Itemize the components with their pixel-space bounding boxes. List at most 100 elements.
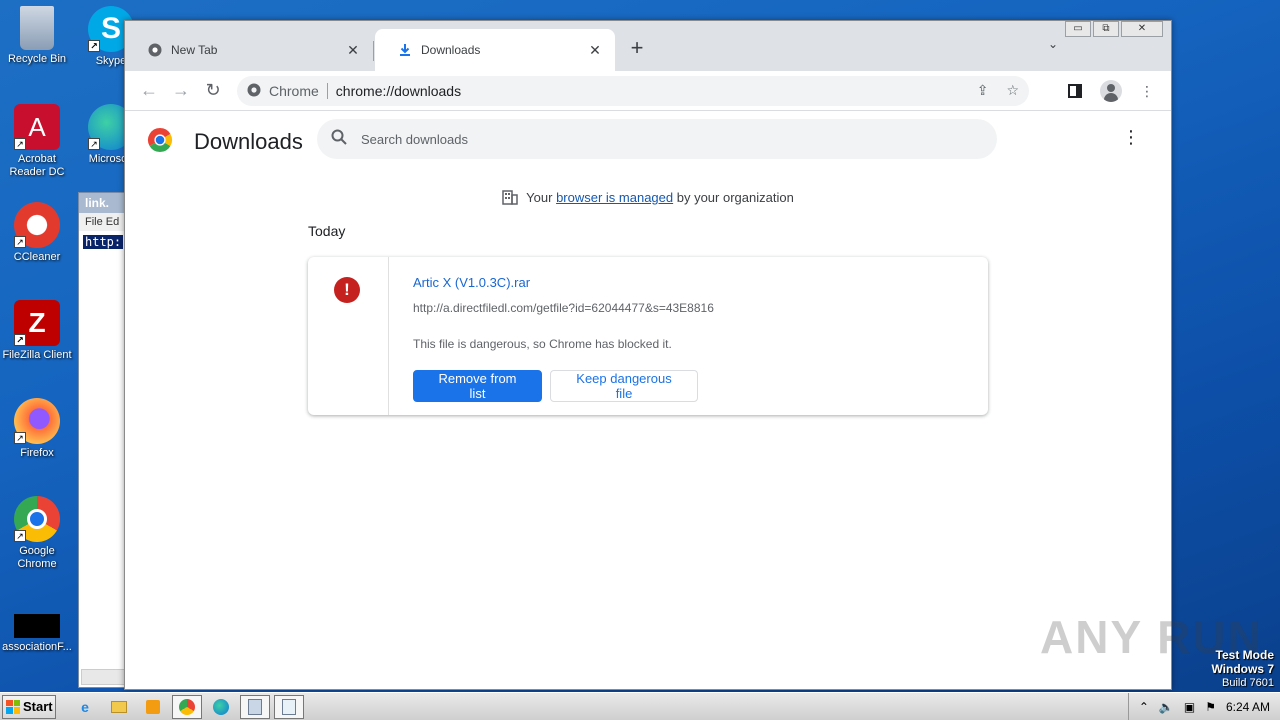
acrobat-icon: A ↗ xyxy=(14,104,60,150)
downloads-header: Downloads ⋮ xyxy=(125,111,1171,167)
shortcut-arrow-icon: ↗ xyxy=(88,40,100,52)
managed-suffix: by your organization xyxy=(673,190,794,205)
desktop-icon-association[interactable]: associationF... xyxy=(0,614,74,654)
shortcut-arrow-icon: ↗ xyxy=(14,334,26,346)
ie-icon[interactable]: e xyxy=(70,695,100,719)
file-name: Artic X (V1.0.3C).rar xyxy=(413,275,531,290)
test-mode-line: Test Mode xyxy=(1215,648,1274,662)
download-icon xyxy=(397,42,413,58)
chevron-down-icon[interactable]: ⌄ xyxy=(1043,37,1063,57)
download-item-card: ! Artic X (V1.0.3C).rar http://a.directf… xyxy=(308,257,988,415)
filezilla-icon: Z ↗ xyxy=(14,300,60,346)
managed-notice: Your browser is managed by your organiza… xyxy=(125,189,1171,205)
taskbar: Start e ⌃ 🔈 ▣ ⚑ 6:24 AM xyxy=(0,692,1280,720)
file-status: This file is dangerous, so Chrome has bl… xyxy=(413,337,672,351)
os-name-line: Windows 7 xyxy=(1211,662,1274,676)
restore-icon[interactable]: ⧉ xyxy=(1093,21,1119,37)
close-window-icon[interactable]: ✕ xyxy=(1121,21,1163,37)
clock[interactable]: 6:24 AM xyxy=(1226,700,1270,714)
keep-dangerous-file-button[interactable]: Keep dangerous file xyxy=(550,370,698,402)
tray-expand-icon[interactable]: ⌃ xyxy=(1139,700,1149,714)
desktop-icon-firefox[interactable]: ↗ Firefox xyxy=(0,398,74,460)
more-menu-icon[interactable]: ⋮ xyxy=(1135,79,1159,103)
tab-title: Downloads xyxy=(421,43,481,57)
test-mode-notice: Test Mode Windows 7 Build 7601 xyxy=(1211,648,1274,690)
shortcut-arrow-icon: ↗ xyxy=(14,138,26,150)
windows-flag-icon xyxy=(6,699,20,714)
window-controls: ▭ ⧉ ✕ xyxy=(1065,21,1163,37)
build-line: Build 7601 xyxy=(1222,677,1274,689)
media-player-icon[interactable] xyxy=(138,695,168,719)
file-icon xyxy=(14,614,60,638)
desktop-icon-label: CCleaner xyxy=(13,251,61,263)
close-tab-icon[interactable]: ✕ xyxy=(587,42,603,58)
desktop-icon-recycle-bin[interactable]: Recycle Bin xyxy=(0,6,74,66)
side-panel-icon[interactable] xyxy=(1063,79,1087,103)
shortcut-arrow-icon: ↗ xyxy=(88,138,100,150)
url-text[interactable]: chrome://downloads xyxy=(336,83,461,99)
chrome-icon: ↗ xyxy=(14,496,60,542)
managed-prefix: Your xyxy=(526,190,557,205)
download-icon-column: ! xyxy=(308,257,389,415)
minimize-icon[interactable]: ▭ xyxy=(1065,21,1091,37)
desktop-icon-label: FileZilla Client xyxy=(2,349,72,361)
desktop-icon-label: Recycle Bin xyxy=(7,53,67,65)
desktop-icon-label: associationF... xyxy=(2,641,72,653)
new-tab-plus-icon[interactable]: + xyxy=(625,37,649,61)
ccleaner-icon: ↗ xyxy=(14,202,60,248)
tab-downloads[interactable]: Downloads ✕ xyxy=(375,29,615,71)
desktop-icon-label: Google Chrome xyxy=(17,545,57,570)
danger-warning-icon: ! xyxy=(334,277,360,303)
page-more-menu-icon[interactable]: ⋮ xyxy=(1119,125,1143,149)
chrome-favicon-icon xyxy=(147,42,163,58)
forward-arrow-icon[interactable]: → xyxy=(165,75,197,107)
firefox-icon: ↗ xyxy=(14,398,60,444)
profile-icon[interactable] xyxy=(1099,79,1123,103)
start-button[interactable]: Start xyxy=(2,694,56,719)
system-tray: ⌃ 🔈 ▣ ⚑ 6:24 AM xyxy=(1127,693,1280,720)
notepad-window[interactable]: link. File Ed http: xyxy=(78,192,128,688)
explorer-folder-icon[interactable] xyxy=(104,695,134,719)
share-icon[interactable]: ⇪ xyxy=(977,82,989,99)
edge-taskbar-icon[interactable] xyxy=(206,695,236,719)
reload-icon[interactable]: ↻ xyxy=(197,75,229,107)
notepad-menu[interactable]: File Ed xyxy=(79,213,127,231)
downloads-page: Downloads ⋮ Your browser is managed by y… xyxy=(125,111,1171,689)
desktop-icon-chrome[interactable]: ↗ Google Chrome xyxy=(0,496,74,571)
file-url[interactable]: http://a.directfiledl.com/getfile?id=620… xyxy=(413,301,714,315)
building-icon xyxy=(502,189,518,205)
address-bar[interactable]: Chrome chrome://downloads ⇪ ☆ xyxy=(237,76,1029,106)
desktop-icon-ccleaner[interactable]: ↗ CCleaner xyxy=(0,202,74,264)
desktop-icon-label: Firefox xyxy=(20,447,54,459)
back-arrow-icon[interactable]: ← xyxy=(133,75,165,107)
shortcut-arrow-icon: ↗ xyxy=(14,236,26,248)
recycle-bin-icon xyxy=(20,6,54,50)
tab-strip: New Tab ✕ Downloads ✕ + ⌄ ▭ ⧉ ✕ xyxy=(125,21,1171,71)
action-center-flag-icon[interactable]: ⚑ xyxy=(1205,700,1216,714)
desktop-icon-acrobat[interactable]: A ↗ Acrobat Reader DC xyxy=(0,104,74,179)
notepad-selected-text[interactable]: http: xyxy=(83,235,124,249)
notepad-taskbar-icon[interactable] xyxy=(274,694,304,719)
shortcut-arrow-icon: ↗ xyxy=(14,432,26,444)
search-downloads-box[interactable] xyxy=(317,119,997,159)
desktop-icon-filezilla[interactable]: Z ↗ FileZilla Client xyxy=(0,300,74,362)
site-label: Chrome xyxy=(269,83,319,99)
notepad-title: link. xyxy=(79,193,127,213)
tab-title: New Tab xyxy=(171,43,218,57)
chrome-taskbar-icon[interactable] xyxy=(172,694,202,719)
search-downloads-input[interactable] xyxy=(361,131,961,147)
close-tab-icon[interactable]: ✕ xyxy=(345,42,361,58)
chrome-site-icon xyxy=(247,83,261,100)
date-group-label: Today xyxy=(308,223,346,239)
network-icon[interactable]: ▣ xyxy=(1184,700,1195,714)
remove-from-list-button[interactable]: Remove from list xyxy=(413,370,542,402)
app-window-icon[interactable] xyxy=(240,694,270,719)
browser-toolbar: ← → ↻ Chrome chrome://downloads ⇪ ☆ ⋮ xyxy=(125,71,1171,111)
desktop-icon-label: Acrobat Reader DC xyxy=(9,153,65,178)
managed-link[interactable]: browser is managed xyxy=(556,190,673,205)
bookmark-star-icon[interactable]: ☆ xyxy=(1006,82,1019,99)
chrome-logo-icon xyxy=(147,127,173,153)
tab-new-tab[interactable]: New Tab ✕ xyxy=(125,29,374,71)
notepad-scrollbar[interactable] xyxy=(81,669,125,685)
volume-icon[interactable]: 🔈 xyxy=(1159,700,1174,714)
